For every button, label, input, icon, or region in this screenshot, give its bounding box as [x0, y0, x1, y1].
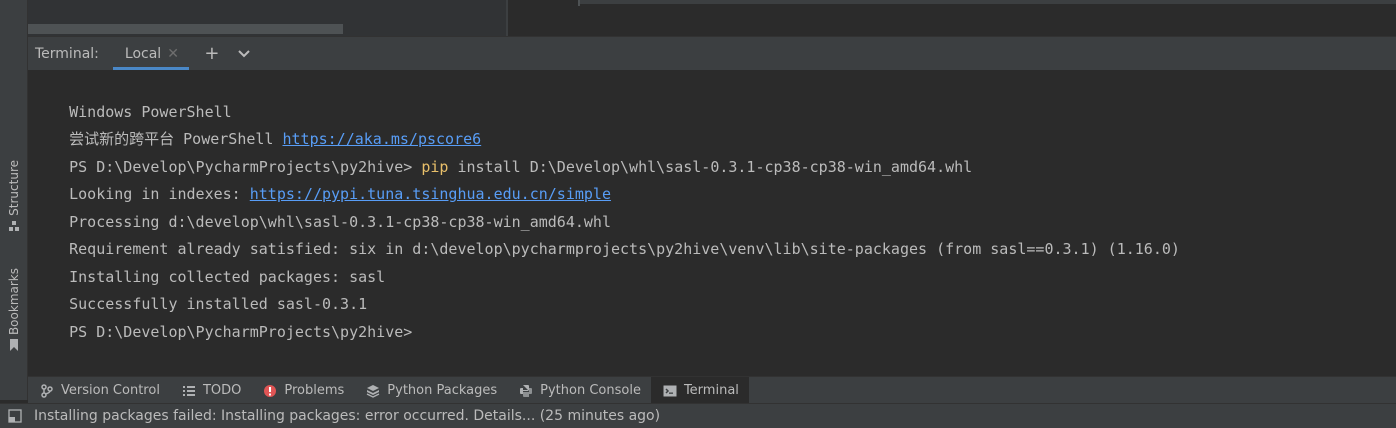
close-icon[interactable]: ✕ [167, 46, 179, 62]
tool-label: TODO [202, 383, 242, 398]
problems-icon [264, 384, 277, 397]
tool-label: Python Console [540, 383, 641, 398]
editor-right-bar [580, 0, 1396, 4]
python-packages-icon [366, 384, 380, 398]
horizontal-scrollbar[interactable] [28, 24, 343, 34]
tool-label: Version Control [61, 383, 160, 398]
terminal-line: PS D:\Develop\PycharmProjects\py2hive> p… [33, 127, 972, 176]
python-console-icon [520, 384, 533, 397]
bookmark-icon [9, 339, 18, 352]
structure-label: Structure [6, 160, 21, 216]
tool-python-packages[interactable]: Python Packages [354, 377, 507, 404]
editor-area [28, 0, 1396, 36]
tool-python-console[interactable]: Python Console [507, 377, 651, 404]
tool-label: Problems [284, 383, 345, 398]
left-tool-stripe: Structure Bookmarks [0, 0, 28, 400]
terminal-line: Windows PowerShell [33, 72, 232, 121]
terminal-output[interactable]: Windows PowerShell 尝试新的跨平台 PowerShell ht… [28, 70, 1396, 376]
tool-label: Python Packages [387, 383, 498, 398]
terminal-line: PS D:\Develop\PycharmProjects\py2hive> [33, 292, 412, 341]
tab-local-label: Local [124, 45, 162, 62]
tool-window-bar: Version Control TODO Problems Python Pac… [28, 376, 1396, 404]
prompt-text: PS D:\Develop\PycharmProjects\py2hive> [69, 323, 413, 341]
plus-icon[interactable]: + [203, 43, 221, 64]
tool-problems[interactable]: Problems [251, 377, 354, 404]
bookmarks-label: Bookmarks [6, 268, 21, 336]
terminal-header: Terminal: Local ✕ + [28, 36, 1396, 70]
tool-terminal[interactable]: Terminal [650, 377, 749, 404]
todo-icon [182, 385, 195, 396]
terminal-line: Looking in indexes: https://pypi.tuna.ts… [33, 154, 611, 203]
terminal-line: 尝试新的跨平台 PowerShell https://aka.ms/pscore… [33, 99, 481, 148]
terminal-line: Installing collected packages: sasl [33, 237, 385, 286]
layout-icon[interactable] [8, 409, 22, 423]
terminal-line: Requirement already satisfied: six in d:… [33, 209, 1180, 258]
tool-todo[interactable]: TODO [170, 377, 251, 404]
tool-label: Terminal [683, 383, 739, 398]
terminal-line: Successfully installed sasl-0.3.1 [33, 264, 367, 313]
chevron-down-icon[interactable] [235, 43, 253, 64]
editor-divider [506, 0, 508, 36]
terminal-line: Processing d:\develop\whl\sasl-0.3.1-cp3… [33, 182, 611, 231]
bookmarks-tool-button[interactable]: Bookmarks [0, 268, 27, 352]
tool-version-control[interactable]: Version Control [28, 377, 170, 404]
terminal-title: Terminal: [35, 45, 99, 62]
structure-tool-button[interactable]: Structure [0, 160, 27, 232]
status-bar: Installing packages failed: Installing p… [0, 403, 1396, 428]
terminal-icon [663, 385, 677, 396]
status-message[interactable]: Installing packages failed: Installing p… [34, 408, 660, 424]
version-control-icon [41, 383, 53, 398]
tab-local[interactable]: Local ✕ [112, 37, 189, 70]
structure-icon [8, 220, 19, 231]
